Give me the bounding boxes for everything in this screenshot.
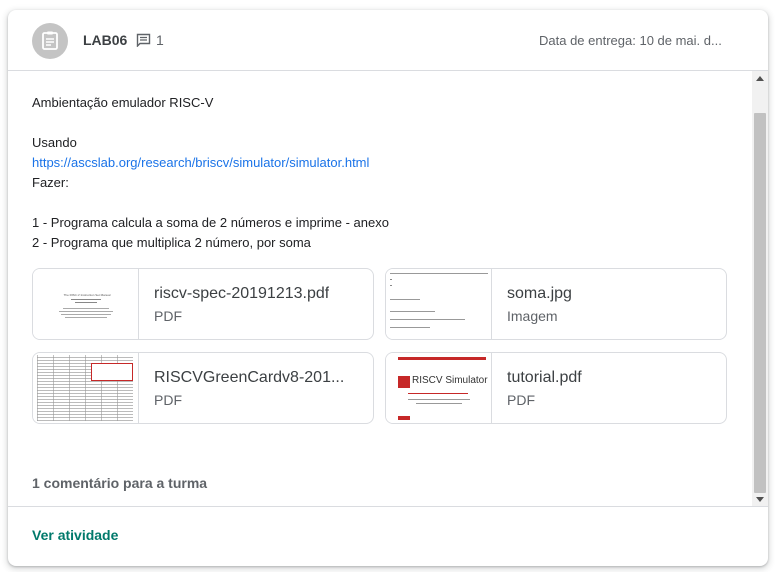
description-line: 1 - Programa calcula a soma de 2 números… xyxy=(32,215,389,230)
attachment-card[interactable]: RISCV Simulator tutorial.pdf PDF xyxy=(385,352,727,424)
attachment-thumbnail: The RISC-V Instruction Set Manual xyxy=(33,269,139,339)
assignment-body: Ambientação emulador RISC-V Usando https… xyxy=(8,71,752,506)
assignment-card: LAB06 1 Data de entrega: 10 de mai. d...… xyxy=(8,10,768,566)
scrollbar[interactable] xyxy=(752,71,768,506)
simulator-link[interactable]: https://ascslab.org/research/briscv/simu… xyxy=(32,155,369,170)
assignment-header[interactable]: LAB06 1 Data de entrega: 10 de mai. d... xyxy=(8,10,768,71)
attachment-name: soma.jpg xyxy=(507,285,572,302)
simulator-logo xyxy=(398,376,410,388)
simulator-title: RISCV Simulator xyxy=(412,375,488,386)
attachment-name: riscv-spec-20191213.pdf xyxy=(154,285,330,302)
scroll-up-icon[interactable] xyxy=(756,76,764,81)
attachment-thumbnail xyxy=(386,269,492,339)
attachment-name: RISCVGreenCardv8-201... xyxy=(154,369,345,386)
attachment-name: tutorial.pdf xyxy=(507,369,582,386)
assignment-icon xyxy=(42,31,58,50)
green-card-box xyxy=(91,363,133,381)
description-line: Ambientação emulador RISC-V xyxy=(32,95,214,110)
attachment-type: Imagem xyxy=(507,308,558,324)
due-date: Data de entrega: 10 de mai. d... xyxy=(539,33,722,48)
attachment-type: PDF xyxy=(507,392,535,408)
assignment-title: LAB06 xyxy=(83,32,128,48)
scroll-down-icon[interactable] xyxy=(756,497,764,502)
comment-icon xyxy=(136,33,151,47)
slide-footer-logo xyxy=(398,416,410,420)
description-line: Fazer: xyxy=(32,175,69,190)
attachment-type: PDF xyxy=(154,392,182,408)
attachment-card[interactable]: soma.jpg Imagem xyxy=(385,268,727,340)
assignment-description: Ambientação emulador RISC-V Usando https… xyxy=(32,93,389,253)
thumb-title: The RISC-V Instruction Set Manual xyxy=(63,293,111,297)
attachment-card[interactable]: The RISC-V Instruction Set Manual riscv-… xyxy=(32,268,374,340)
slide-top-bar xyxy=(398,357,486,360)
class-comments-link[interactable]: 1 comentário para a turma xyxy=(32,475,207,491)
attachment-type: PDF xyxy=(154,308,182,324)
description-line: 2 - Programa que multiplica 2 número, po… xyxy=(32,235,311,250)
comment-count: 1 xyxy=(156,32,164,48)
attachment-thumbnail xyxy=(33,353,139,423)
view-activity-link[interactable]: Ver atividade xyxy=(32,527,118,543)
card-footer: Ver atividade xyxy=(8,506,768,566)
assignment-avatar xyxy=(32,23,68,59)
attachment-thumbnail: RISCV Simulator xyxy=(386,353,492,423)
scrollbar-thumb[interactable] xyxy=(754,113,766,493)
attachment-card[interactable]: RISCVGreenCardv8-201... PDF xyxy=(32,352,374,424)
description-line: Usando xyxy=(32,135,77,150)
